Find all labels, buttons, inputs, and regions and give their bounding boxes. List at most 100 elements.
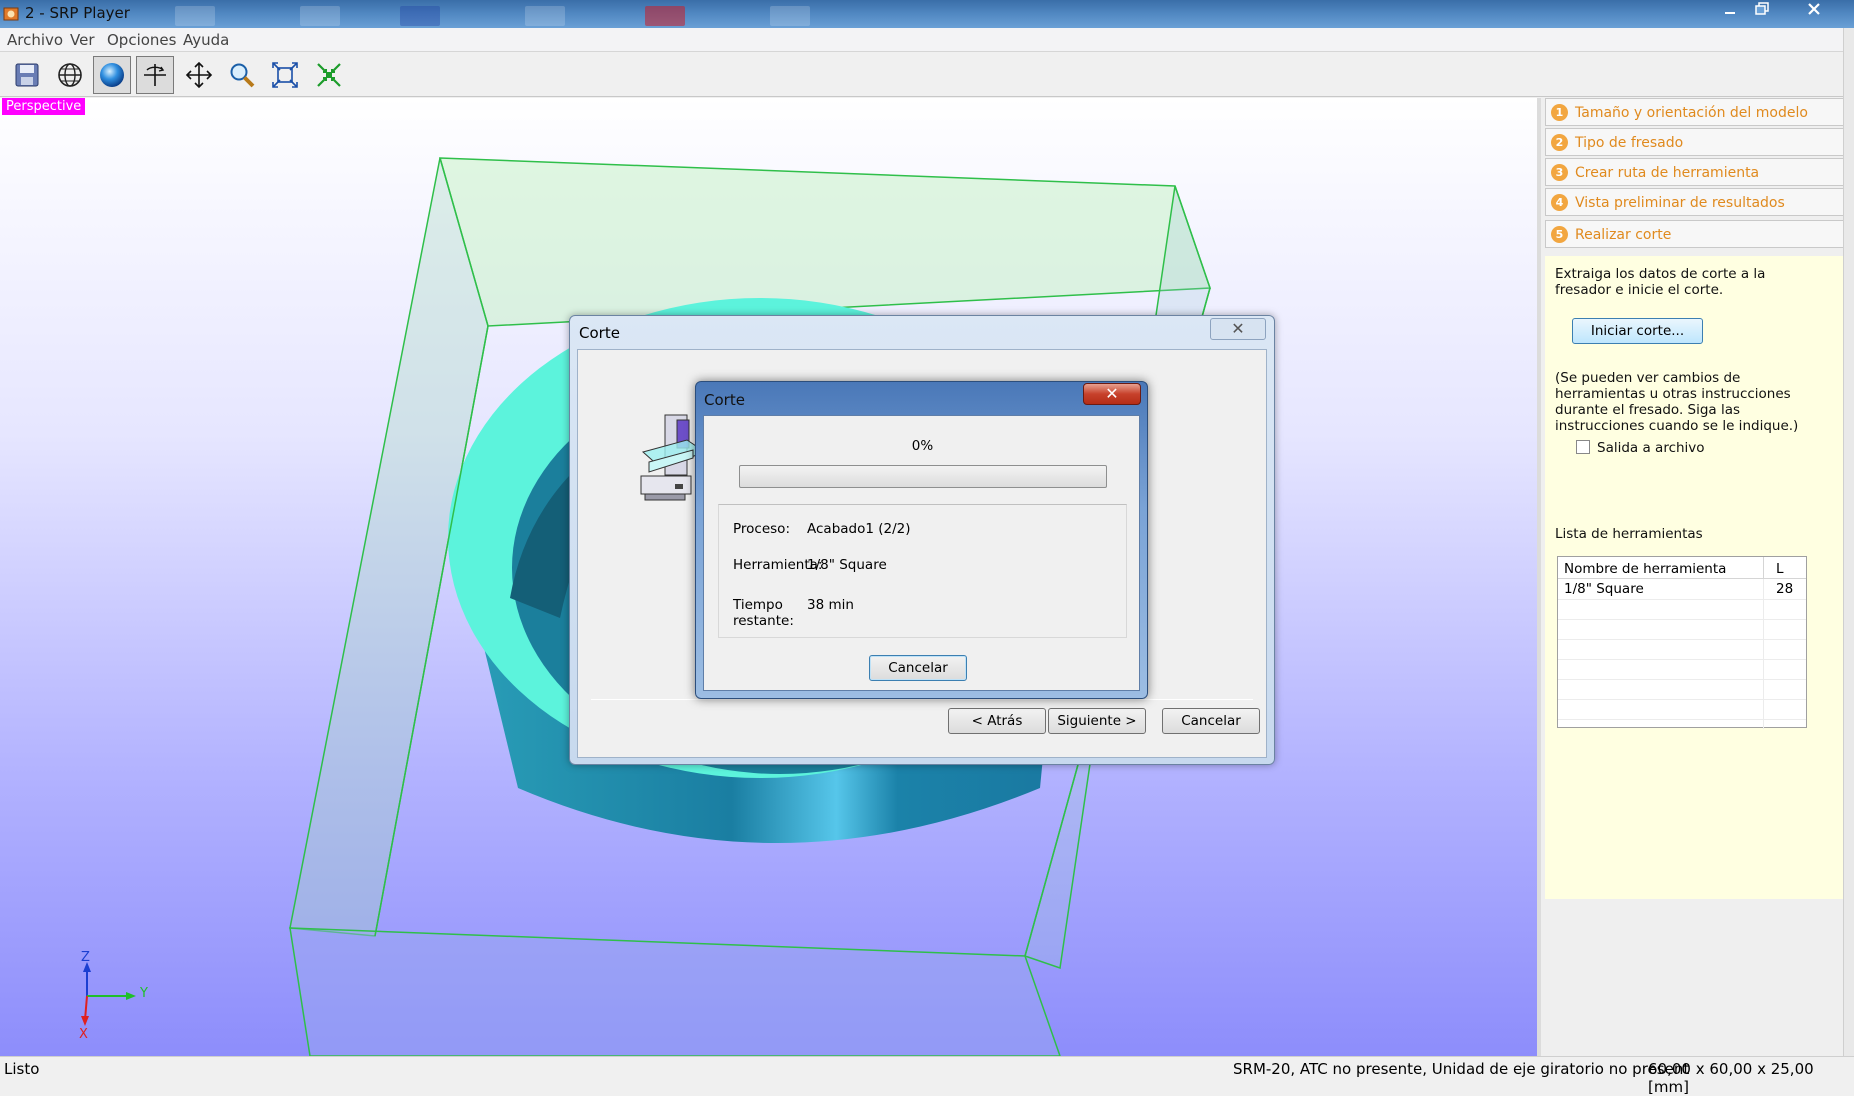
pan-icon: [185, 61, 213, 89]
window-title: 2 - SRP Player: [25, 4, 130, 22]
step-label: Tipo de fresado: [1575, 135, 1684, 151]
taskbar-ghost: [525, 6, 565, 26]
model-dimensions: 60,00 x 60,00 x 25,00 [mm]: [1648, 1060, 1814, 1096]
file-output-label: Salida a archivo: [1597, 440, 1705, 456]
column-header-length[interactable]: L: [1776, 561, 1784, 577]
step-number-badge: 2: [1551, 134, 1568, 151]
taskbar-ghost: [300, 6, 340, 26]
step-label: Realizar corte: [1575, 227, 1672, 243]
dialog-body: 0% Proceso: Acabado1 (2/2) Herramienta: …: [703, 415, 1140, 691]
process-value: Acabado1 (2/2): [807, 521, 911, 537]
axis-y-label: Y: [139, 986, 148, 1001]
wireframe-globe-icon: [58, 63, 82, 87]
fit-view-button[interactable]: [266, 56, 304, 94]
step-number-badge: 4: [1551, 194, 1568, 211]
table-header: Nombre de herramienta L: [1558, 557, 1806, 579]
step-number-badge: 3: [1551, 164, 1568, 181]
cut-progress-dialog: Corte ✕ 0% Proceso: Acabado1 (2/2) Herra…: [695, 381, 1148, 699]
close-window-button[interactable]: [1779, 0, 1849, 24]
menu-ver[interactable]: Ver: [70, 31, 95, 49]
stock-front-face: [289, 927, 1061, 1056]
start-cutting-button[interactable]: Iniciar corte...: [1572, 318, 1703, 344]
dialog-title: Corte: [704, 391, 745, 409]
save-icon: [15, 63, 39, 87]
tool-length-cell: 28: [1776, 581, 1794, 597]
workflow-panel: 1 Tamaño y orientación del modelo 2 Tipo…: [1537, 98, 1845, 1056]
next-button[interactable]: Siguiente >: [1048, 708, 1146, 734]
menu-opciones[interactable]: Opciones: [107, 31, 176, 49]
table-row[interactable]: 1/8" Square 28: [1558, 579, 1806, 599]
stock-top-face: [438, 157, 1212, 327]
axis-triad: Z Y X: [79, 950, 148, 1040]
wireframe-button[interactable]: [51, 56, 89, 94]
zoom-extents-button[interactable]: [310, 56, 348, 94]
time-remaining-value: 38 min: [807, 597, 854, 613]
step-label: Tamaño y orientación del modelo: [1575, 105, 1808, 121]
step-label: Vista preliminar de resultados: [1575, 195, 1785, 211]
tool-name-cell: 1/8" Square: [1564, 581, 1644, 597]
dialog-title: Corte: [579, 324, 620, 342]
rotate-button[interactable]: [136, 56, 174, 94]
cut-instructions: Extraiga los datos de corte a la fresado…: [1555, 266, 1766, 298]
restore-icon: [1755, 2, 1769, 15]
back-button[interactable]: < Atrás: [948, 708, 1046, 734]
fit-view-icon: [272, 62, 298, 88]
shaded-sphere-icon: [100, 63, 124, 87]
axis-z-label: Z: [81, 950, 90, 965]
tool-list-table[interactable]: Nombre de herramienta L 1/8" Square 28: [1557, 556, 1807, 729]
close-icon: [1808, 3, 1820, 15]
cancel-wizard-button[interactable]: Cancelar: [1162, 708, 1260, 734]
step-number-badge: 1: [1551, 104, 1568, 121]
step-number-badge: 5: [1551, 226, 1568, 243]
job-info-box: Proceso: Acabado1 (2/2) Herramienta: 1/8…: [718, 504, 1127, 638]
step-model-size[interactable]: 1 Tamaño y orientación del modelo: [1545, 98, 1845, 126]
taskbar-ghost: [645, 6, 685, 26]
column-header-tool-name[interactable]: Nombre de herramienta: [1564, 561, 1726, 577]
zoom-button[interactable]: [223, 56, 261, 94]
minimize-button[interactable]: [1715, 0, 1745, 24]
app-icon: [3, 7, 19, 21]
time-label-line2: restante:: [733, 613, 794, 629]
cut-note: (Se pueden ver cambios de herramientas u…: [1555, 370, 1799, 434]
step-preview[interactable]: 4 Vista preliminar de resultados: [1545, 188, 1845, 216]
file-output-checkbox[interactable]: [1576, 440, 1590, 454]
menu-bar: Archivo Ver Opciones Ayuda: [0, 28, 1854, 52]
zoom-icon: [230, 63, 255, 88]
step-label: Crear ruta de herramienta: [1575, 165, 1760, 181]
tool-list-title: Lista de herramientas: [1555, 526, 1703, 542]
step-milling-type[interactable]: 2 Tipo de fresado: [1545, 128, 1845, 156]
axis-x-label: X: [79, 1027, 88, 1040]
shaded-view-button[interactable]: [93, 56, 131, 94]
taskbar-ghost: [770, 6, 810, 26]
pan-button[interactable]: [180, 56, 218, 94]
machine-status: SRM-20, ATC no presente, Unidad de eje g…: [1233, 1060, 1690, 1078]
minimize-icon: [1725, 12, 1735, 14]
menu-archivo[interactable]: Archivo: [7, 31, 63, 49]
right-edge-scrollbar[interactable]: [1843, 28, 1854, 1056]
time-label: Tiempo: [733, 597, 783, 613]
taskbar-ghost: [175, 6, 215, 26]
process-label: Proceso:: [733, 521, 790, 537]
dialog-close-button[interactable]: ✕: [1083, 383, 1141, 405]
save-button[interactable]: [8, 56, 46, 94]
dialog-close-button[interactable]: ✕: [1210, 318, 1266, 340]
progress-bar: [739, 465, 1107, 488]
step-cut[interactable]: 5 Realizar corte: [1545, 220, 1845, 248]
step-cut-content: Extraiga los datos de corte a la fresado…: [1545, 256, 1845, 899]
status-bar: Listo SRM-20, ATC no presente, Unidad de…: [0, 1056, 1854, 1096]
cancel-cutting-button[interactable]: Cancelar: [869, 655, 967, 681]
title-bar: 2 - SRP Player: [0, 0, 1854, 28]
restore-button[interactable]: [1747, 0, 1777, 24]
status-text: Listo: [4, 1060, 40, 1078]
close-icon: ✕: [1105, 384, 1119, 403]
tool-value: 1/8" Square: [807, 557, 887, 573]
taskbar-ghost: [400, 6, 440, 26]
menu-ayuda[interactable]: Ayuda: [183, 31, 229, 49]
zoom-extents-icon: [317, 63, 341, 87]
close-icon: ✕: [1231, 319, 1245, 338]
toolbar: [0, 53, 1854, 97]
progress-percent: 0%: [911, 438, 934, 454]
step-toolpath[interactable]: 3 Crear ruta de herramienta: [1545, 158, 1845, 186]
viewport-mode-label: Perspective: [2, 98, 86, 115]
rotate-icon: [144, 64, 166, 86]
